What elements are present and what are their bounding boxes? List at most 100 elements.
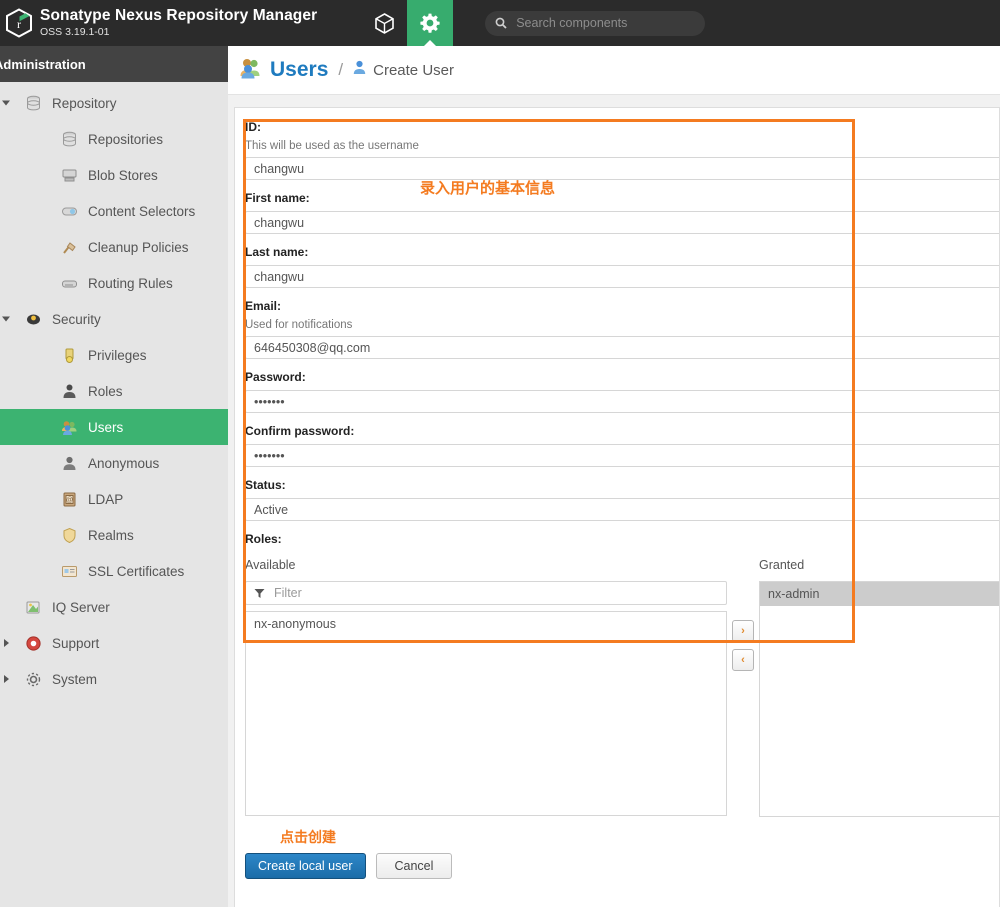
main-content: Users / Create User ID:This will be used… bbox=[228, 46, 1000, 907]
sidebar-item-repository[interactable]: Repository bbox=[0, 85, 228, 121]
medal-icon bbox=[58, 347, 80, 364]
form-field-first-name: First name: bbox=[245, 191, 999, 234]
sidebar-item-label: Repositories bbox=[88, 132, 163, 147]
chevron-down-icon[interactable] bbox=[2, 317, 10, 322]
field-input[interactable] bbox=[245, 157, 1000, 180]
field-input[interactable] bbox=[245, 444, 1000, 467]
roles-filter-box[interactable] bbox=[245, 581, 727, 605]
sidebar-item-repositories[interactable]: Repositories bbox=[0, 121, 228, 157]
search-input[interactable] bbox=[514, 15, 689, 31]
sidebar-item-ssl-certificates[interactable]: SSL Certificates bbox=[0, 553, 228, 589]
transfer-buttons: › ‹ bbox=[732, 620, 754, 671]
security-shield-icon bbox=[22, 311, 44, 328]
field-label: First name: bbox=[245, 191, 999, 205]
cancel-button[interactable]: Cancel bbox=[376, 853, 453, 879]
search-box[interactable] bbox=[485, 11, 705, 36]
nexus-hexagon-logo-icon: r bbox=[0, 0, 38, 46]
users-icon bbox=[238, 57, 262, 84]
field-input[interactable] bbox=[245, 265, 1000, 288]
routing-icon bbox=[58, 275, 80, 292]
create-local-user-button[interactable]: Create local user bbox=[245, 853, 366, 879]
svg-text:r: r bbox=[17, 17, 21, 31]
available-role-item[interactable]: nx-anonymous bbox=[246, 612, 726, 636]
sidebar-item-roles[interactable]: Roles bbox=[0, 373, 228, 409]
sidebar-item-label: Repository bbox=[52, 96, 117, 111]
sidebar-header: Administration bbox=[0, 46, 228, 82]
sidebar-item-users[interactable]: Users bbox=[0, 409, 228, 445]
chevron-down-icon[interactable] bbox=[2, 101, 10, 106]
sidebar-item-privileges[interactable]: Privileges bbox=[0, 337, 228, 373]
iq-server-icon bbox=[22, 599, 44, 616]
sidebar-item-label: Security bbox=[52, 312, 101, 327]
cube-icon bbox=[375, 13, 394, 34]
role-person-icon bbox=[58, 383, 80, 400]
granted-header: Granted bbox=[759, 558, 1000, 572]
sidebar-item-label: Realms bbox=[88, 528, 134, 543]
remove-role-button[interactable]: ‹ bbox=[732, 649, 754, 671]
brand-block: Sonatype Nexus Repository Manager OSS 3.… bbox=[40, 8, 317, 37]
breadcrumb-users-link[interactable]: Users bbox=[270, 58, 328, 82]
sidebar-item-support[interactable]: Support bbox=[0, 625, 228, 661]
sidebar-item-realms[interactable]: Realms bbox=[0, 517, 228, 553]
certificate-icon bbox=[58, 563, 80, 580]
sidebar-item-label: Cleanup Policies bbox=[88, 240, 189, 255]
field-label: Status: bbox=[245, 478, 999, 492]
sidebar-item-blob-stores[interactable]: Blob Stores bbox=[0, 157, 228, 193]
top-nav-tabs bbox=[361, 0, 453, 46]
sidebar-item-security[interactable]: Security bbox=[0, 301, 228, 337]
sidebar-item-routing-rules[interactable]: Routing Rules bbox=[0, 265, 228, 301]
field-hint: This will be used as the username bbox=[245, 140, 999, 152]
brand-version: OSS 3.19.1-01 bbox=[40, 27, 317, 38]
sidebar-header-label: Administration bbox=[0, 57, 86, 72]
sidebar-item-label: Roles bbox=[88, 384, 123, 399]
broom-icon bbox=[58, 239, 80, 256]
breadcrumb-separator: / bbox=[338, 60, 343, 80]
form-field-list: ID:This will be used as the username Firs… bbox=[245, 120, 999, 521]
granted-roles-column: Granted nx-admin bbox=[759, 558, 1000, 817]
database-icon bbox=[58, 131, 80, 148]
field-label: Confirm password: bbox=[245, 424, 999, 438]
granted-role-item[interactable]: nx-admin bbox=[760, 582, 1000, 606]
anonymous-user-icon bbox=[58, 455, 80, 472]
form-field-id: ID:This will be used as the username bbox=[245, 120, 999, 180]
sidebar: Administration Repository Repositories Blo… bbox=[0, 46, 228, 907]
field-input[interactable] bbox=[245, 390, 1000, 413]
form-field-last-name: Last name: bbox=[245, 245, 999, 288]
lifering-icon bbox=[22, 635, 44, 652]
ldap-book-icon: @ bbox=[58, 491, 80, 508]
field-label: Last name: bbox=[245, 245, 999, 259]
add-role-button[interactable]: › bbox=[732, 620, 754, 642]
field-input[interactable] bbox=[245, 498, 1000, 521]
breadcrumb-create-user: Create User bbox=[373, 62, 454, 79]
sidebar-item-label: Blob Stores bbox=[88, 168, 158, 183]
form-field-password: Password: bbox=[245, 370, 999, 413]
sidebar-item-label: Content Selectors bbox=[88, 204, 195, 219]
sidebar-item-label: Anonymous bbox=[88, 456, 159, 471]
top-bar: r Sonatype Nexus Repository Manager OSS … bbox=[0, 0, 1000, 46]
blobstore-icon bbox=[58, 167, 80, 184]
tab-browse[interactable] bbox=[361, 0, 407, 46]
available-header: Available bbox=[245, 558, 727, 572]
tab-administration[interactable] bbox=[407, 0, 453, 46]
sidebar-item-label: Routing Rules bbox=[88, 276, 173, 291]
sidebar-item-content-selectors[interactable]: Content Selectors bbox=[0, 193, 228, 229]
single-user-icon bbox=[353, 60, 366, 80]
chevron-right-icon[interactable] bbox=[4, 675, 9, 683]
field-input[interactable] bbox=[245, 211, 1000, 234]
chevron-right-icon[interactable] bbox=[4, 639, 9, 647]
roles-filter-input[interactable] bbox=[272, 585, 702, 601]
granted-roles-list[interactable]: nx-admin bbox=[759, 581, 1000, 817]
roles-transfer: Available nx-anonymous › ‹ Granted nx-ad… bbox=[245, 558, 999, 818]
sidebar-item-cleanup-policies[interactable]: Cleanup Policies bbox=[0, 229, 228, 265]
roles-section-label: Roles: bbox=[245, 532, 999, 546]
breadcrumb: Users / Create User bbox=[228, 46, 1000, 95]
field-input[interactable] bbox=[245, 336, 1000, 359]
available-roles-list[interactable]: nx-anonymous bbox=[245, 611, 727, 816]
sidebar-item-ldap[interactable]: @LDAP bbox=[0, 481, 228, 517]
sidebar-item-iq-server[interactable]: IQ Server bbox=[0, 589, 228, 625]
filter-funnel-icon bbox=[254, 588, 265, 599]
sidebar-item-anonymous[interactable]: Anonymous bbox=[0, 445, 228, 481]
sidebar-item-label: Privileges bbox=[88, 348, 147, 363]
sidebar-item-system[interactable]: System bbox=[0, 661, 228, 697]
brand-title: Sonatype Nexus Repository Manager bbox=[40, 8, 317, 24]
